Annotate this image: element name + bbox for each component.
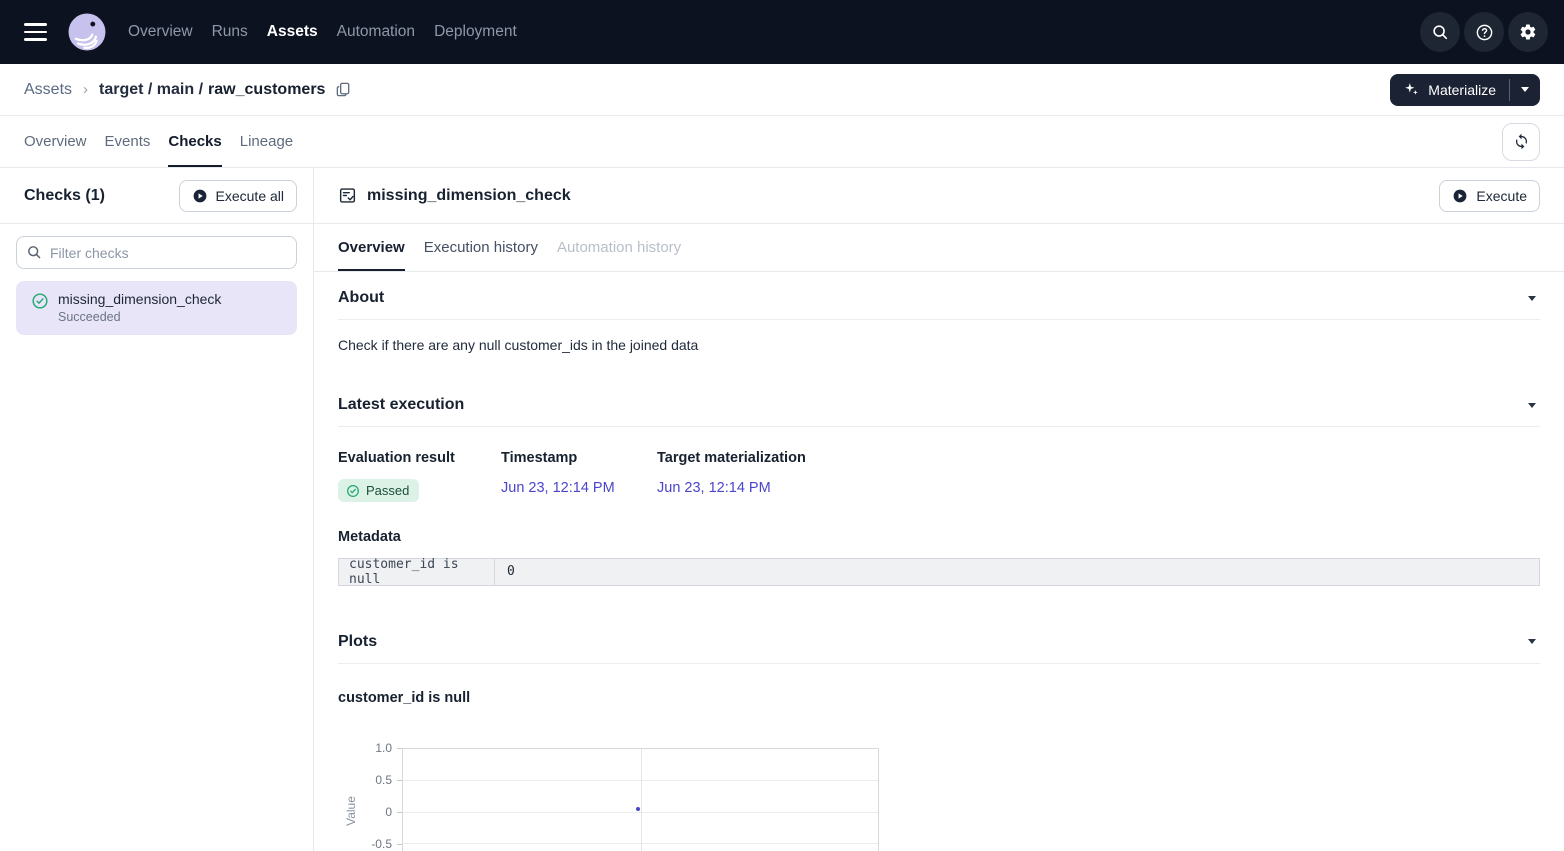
column-timestamp: Timestamp [501, 450, 657, 466]
metadata-key: customer_id is null [339, 559, 495, 585]
filter-checks-field [16, 236, 297, 269]
search-icon[interactable] [1420, 12, 1460, 52]
materialize-split-button: Materialize [1390, 74, 1540, 106]
passed-status-badge: Passed [338, 479, 419, 502]
plot-area [402, 748, 879, 851]
about-heading: About [338, 289, 384, 307]
latest-execution-table: Evaluation result Timestamp Target mater… [338, 450, 1540, 503]
check-detail-header: missing_dimension_check Execute [314, 168, 1564, 224]
copy-icon[interactable] [335, 81, 352, 98]
metadata-heading: Metadata [338, 529, 1540, 545]
asset-tabs: Overview Events Checks Lineage [0, 116, 1564, 168]
tab-events[interactable]: Events [105, 116, 151, 167]
check-circle-icon [346, 484, 360, 498]
checklist-square-icon [338, 186, 357, 205]
breadcrumb-asset-path: target / main / [99, 81, 203, 99]
check-detail-tabs: Overview Execution history Automation hi… [314, 224, 1564, 272]
plot-title: customer_id is null [338, 690, 1540, 706]
check-item-name: missing_dimension_check [58, 291, 221, 307]
materialize-label: Materialize [1428, 82, 1496, 98]
collapse-caret-icon[interactable] [1528, 296, 1536, 301]
passed-label: Passed [366, 483, 409, 498]
y-tick: 0 [356, 805, 392, 819]
nav-item-assets[interactable]: Assets [267, 23, 318, 41]
execute-all-label: Execute all [216, 188, 284, 204]
filter-checks-input[interactable] [16, 236, 297, 269]
check-title: missing_dimension_check [367, 187, 571, 205]
breadcrumb-bar: Assets › target / main / raw_customers M… [0, 64, 1564, 116]
materialize-button[interactable]: Materialize [1390, 74, 1509, 106]
y-tick: -0.5 [356, 837, 392, 851]
play-circle-icon [192, 188, 208, 204]
subtab-overview[interactable]: Overview [338, 224, 405, 271]
plots-heading: Plots [338, 633, 377, 651]
dagster-logo-icon[interactable] [68, 13, 106, 51]
tab-lineage[interactable]: Lineage [240, 116, 293, 167]
target-materialization-link[interactable]: Jun 23, 12:14 PM [657, 480, 771, 496]
latest-execution-heading: Latest execution [338, 396, 464, 414]
check-item-status: Succeeded [58, 310, 221, 324]
timestamp-link[interactable]: Jun 23, 12:14 PM [501, 480, 615, 496]
execute-label: Execute [1476, 188, 1527, 204]
value-scatter-chart: Value 1.0 0.5 0 -0.5 -1.0 Jun [338, 740, 958, 851]
checks-sidebar-header: Checks (1) Execute all [0, 168, 313, 224]
breadcrumb-chevron-icon: › [83, 81, 88, 98]
check-circle-icon [31, 292, 49, 310]
tab-checks[interactable]: Checks [168, 116, 221, 167]
column-target-materialization: Target materialization [657, 450, 1540, 466]
latest-execution-section-header: Latest execution [338, 379, 1540, 427]
y-tick: 1.0 [356, 741, 392, 755]
collapse-caret-icon[interactable] [1528, 639, 1536, 644]
data-point[interactable] [636, 807, 640, 811]
materialize-dropdown-button[interactable] [1510, 74, 1540, 106]
help-icon[interactable] [1464, 12, 1504, 52]
check-detail-panel: missing_dimension_check Execute Overview… [314, 168, 1564, 851]
play-circle-icon [1452, 188, 1468, 204]
tab-overview[interactable]: Overview [24, 116, 87, 167]
nav-item-overview[interactable]: Overview [128, 23, 193, 41]
search-icon [26, 244, 42, 260]
y-tick: 0.5 [356, 773, 392, 787]
nav-actions [1420, 12, 1548, 52]
primary-nav: Overview Runs Assets Automation Deployme… [128, 23, 517, 41]
plots-section-header: Plots [338, 616, 1540, 664]
refresh-icon[interactable] [1502, 123, 1540, 161]
subtab-execution-history[interactable]: Execution history [424, 224, 538, 271]
sparkle-icon [1403, 81, 1420, 98]
checks-sidebar: Checks (1) Execute all missing_d [0, 168, 314, 851]
checks-sidebar-body: missing_dimension_check Succeeded [0, 224, 313, 347]
execute-all-button[interactable]: Execute all [179, 180, 297, 212]
content-area: Checks (1) Execute all missing_d [0, 168, 1564, 851]
about-description: Check if there are any null customer_ids… [338, 337, 1540, 353]
nav-item-runs[interactable]: Runs [212, 23, 248, 41]
breadcrumb-asset-name: raw_customers [208, 81, 325, 99]
breadcrumb-assets-link[interactable]: Assets [24, 81, 72, 99]
check-detail-body: About Check if there are any null custom… [314, 272, 1564, 851]
subtab-automation-history[interactable]: Automation history [557, 224, 681, 271]
collapse-caret-icon[interactable] [1528, 403, 1536, 408]
metadata-table: customer_id is null 0 [338, 558, 1540, 586]
execute-button[interactable]: Execute [1439, 180, 1540, 212]
settings-gear-icon[interactable] [1508, 12, 1548, 52]
nav-item-automation[interactable]: Automation [337, 23, 415, 41]
caret-down-icon [1521, 87, 1529, 92]
check-list-item[interactable]: missing_dimension_check Succeeded [16, 281, 297, 335]
checks-count-title: Checks (1) [24, 187, 105, 205]
column-evaluation-result: Evaluation result [338, 450, 501, 466]
about-section-header: About [338, 272, 1540, 320]
metadata-value: 0 [495, 559, 527, 585]
nav-item-deployment[interactable]: Deployment [434, 23, 517, 41]
menu-icon[interactable] [16, 12, 56, 52]
top-nav: Overview Runs Assets Automation Deployme… [0, 0, 1564, 64]
